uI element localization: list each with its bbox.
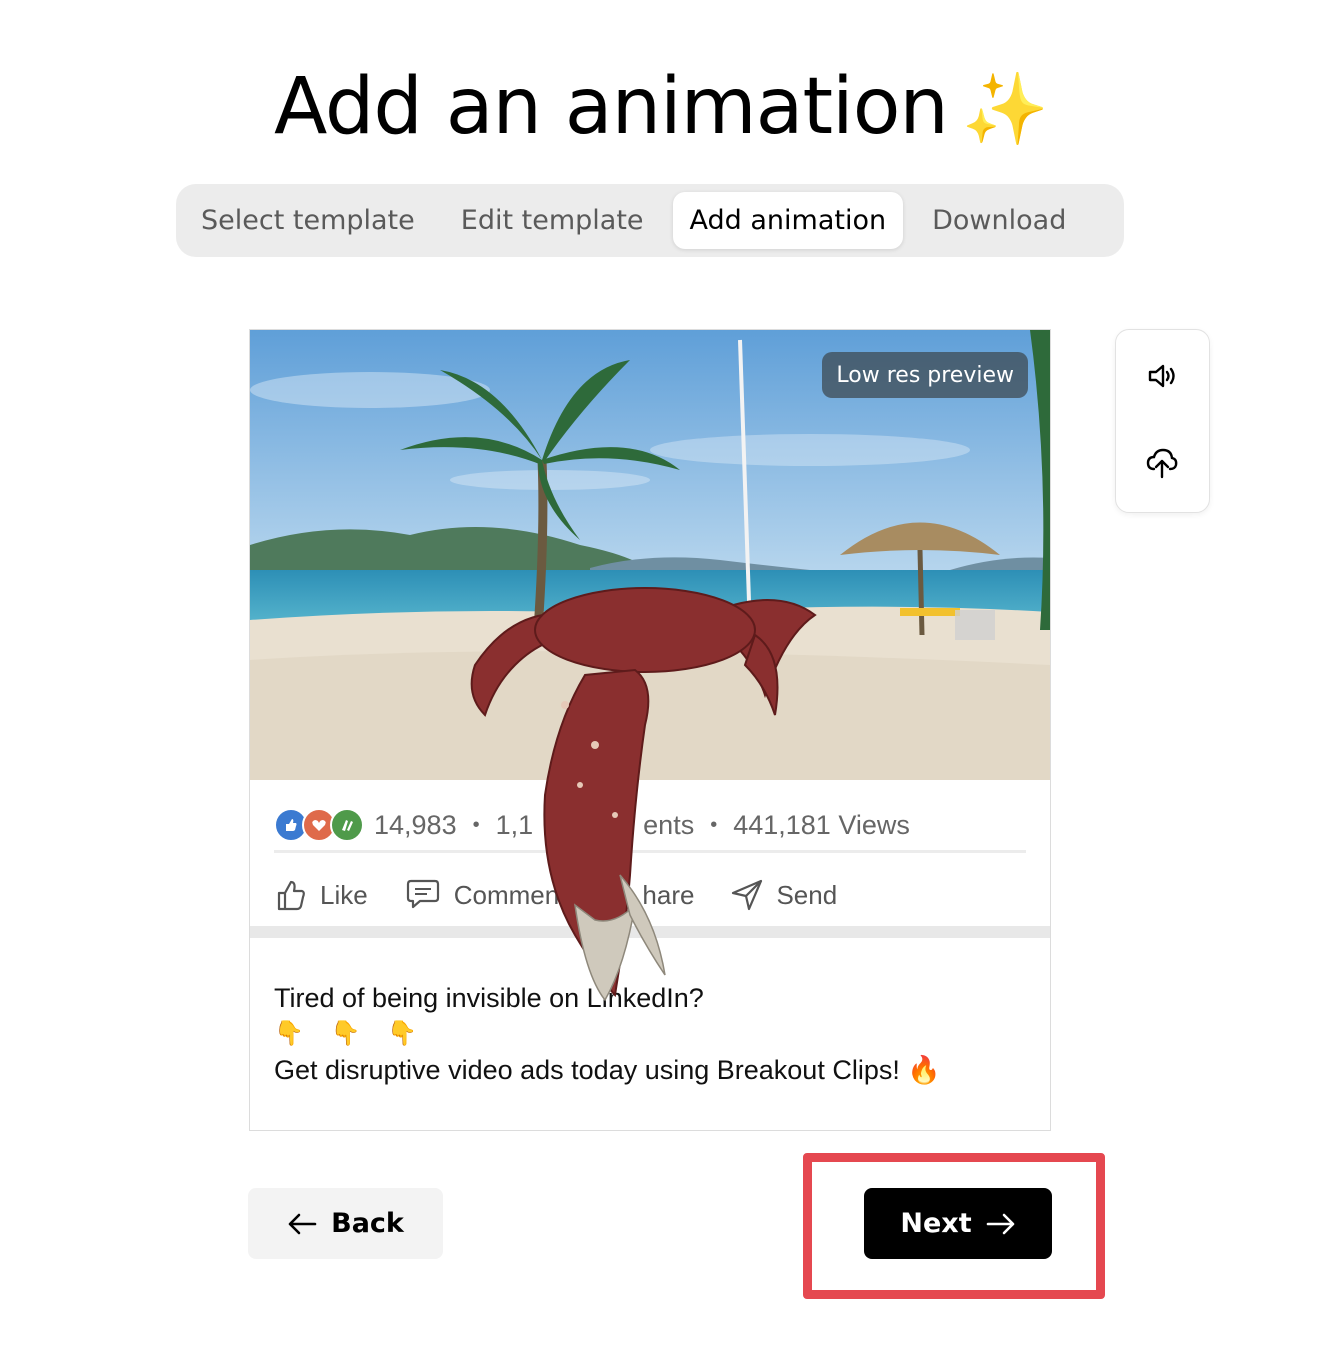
- comment-count-left: 1,1: [495, 809, 534, 840]
- back-label: Back: [331, 1208, 404, 1239]
- step-edit-template[interactable]: Edit template: [444, 192, 661, 249]
- step-select-template[interactable]: Select template: [184, 192, 432, 249]
- caption-line-1: Tired of being invisible on LinkedIn?: [274, 983, 704, 1013]
- caption-line-3-text: Get disruptive video ads today using Bre…: [274, 1055, 900, 1085]
- separator-dot: •: [472, 813, 480, 836]
- send-icon: [732, 879, 763, 911]
- section-separator: [250, 926, 1050, 938]
- post-preview: Low res preview 14,983 • 1,1 ents • 441,…: [249, 329, 1051, 1131]
- page-title-text: Add an animation: [273, 62, 949, 152]
- beach-image: Low res preview: [250, 330, 1050, 780]
- pointing-down-emojis: 👇 👇 👇: [274, 1020, 427, 1047]
- back-button[interactable]: Back: [248, 1188, 443, 1259]
- celebrate-reaction-icon: [330, 808, 364, 842]
- like-label: Like: [320, 879, 368, 910]
- fire-emoji: 🔥: [907, 1055, 941, 1085]
- page-title: Add an animation ✨: [0, 62, 1322, 152]
- cloud-upload-icon: [1146, 448, 1178, 479]
- upload-button[interactable]: [1144, 445, 1180, 481]
- thumbs-up-icon: [277, 880, 305, 911]
- next-button[interactable]: Next: [864, 1188, 1052, 1259]
- stats-divider: [274, 850, 1026, 853]
- share-label: hare: [642, 879, 695, 910]
- send-action[interactable]: Send: [730, 878, 837, 912]
- comment-action[interactable]: Comment: [404, 878, 567, 912]
- caption-line-3: Get disruptive video ads today using Bre…: [274, 1052, 1026, 1088]
- comment-label: Comment: [453, 879, 567, 910]
- post-actions: Like Comment hare Send: [274, 870, 873, 920]
- speaker-icon: [1148, 364, 1175, 388]
- post-caption: Tired of being invisible on LinkedIn? 👇 …: [274, 980, 1026, 1088]
- comment-icon: [406, 879, 439, 909]
- send-label: Send: [776, 879, 838, 910]
- step-download[interactable]: Download: [915, 192, 1083, 249]
- reaction-count: 14,983: [374, 809, 457, 840]
- step-add-animation[interactable]: Add animation: [672, 192, 904, 249]
- post-stats: 14,983 • 1,1 ents • 441,181 Views: [274, 800, 1026, 850]
- preview-tools: [1115, 329, 1210, 513]
- comment-count-right: ents: [643, 809, 695, 840]
- next-label: Next: [900, 1208, 972, 1239]
- arrow-left-icon: [288, 1213, 317, 1234]
- like-action[interactable]: Like: [274, 878, 368, 912]
- sound-toggle-button[interactable]: [1144, 358, 1180, 394]
- step-navigation: Select template Edit template Add animat…: [176, 184, 1124, 257]
- share-action[interactable]: hare: [642, 880, 694, 911]
- low-res-preview-badge: Low res preview: [822, 352, 1028, 398]
- separator-dot: •: [710, 813, 718, 836]
- sparkles-icon: ✨: [961, 68, 1049, 150]
- arrow-right-icon: [986, 1213, 1014, 1234]
- view-count: 441,181 Views: [733, 809, 910, 840]
